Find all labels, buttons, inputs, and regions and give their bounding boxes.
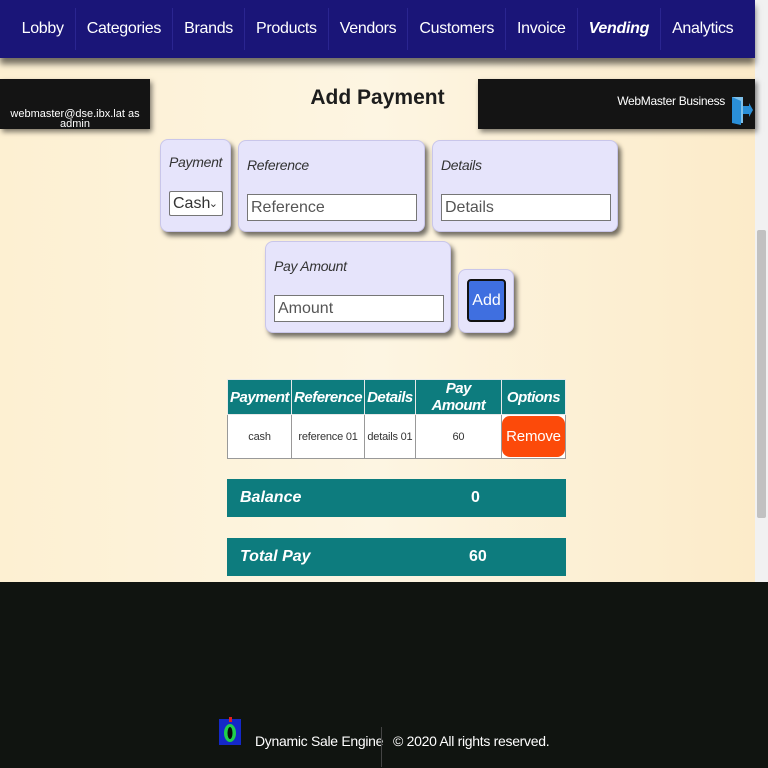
logout-icon[interactable] (731, 95, 753, 125)
balance-label: Balance (240, 489, 302, 506)
cell-options: Remove (501, 414, 566, 459)
col-pay-amount: Pay Amount (414, 379, 503, 415)
table-header-row: Payment Reference Details Pay Amount Opt… (226, 379, 566, 415)
balance-value: 0 (471, 489, 480, 506)
chevron-down-icon: ⌄ (208, 198, 218, 210)
cell-amount: 60 (414, 414, 503, 459)
nav-lobby[interactable]: Lobby (11, 8, 76, 50)
nav-vendors[interactable]: Vendors (329, 8, 409, 50)
page-title: Add Payment (310, 86, 445, 109)
payment-select-value: Cash (173, 195, 211, 212)
add-button[interactable]: Add (467, 279, 506, 322)
amount-label: Pay Amount (274, 258, 347, 274)
payments-table: Payment Reference Details Pay Amount Opt… (226, 379, 566, 459)
reference-input[interactable] (247, 194, 417, 221)
user-info: webmaster@dse.ibx.lat as admin (0, 79, 150, 130)
nav-vending[interactable]: Vending (578, 8, 662, 50)
table-row: cash reference 01 details 01 60 Remove (226, 414, 566, 459)
app-logo-icon (219, 717, 241, 745)
user-label: webmaster@dse.ibx.lat as admin (10, 108, 140, 130)
remove-button[interactable]: Remove (502, 416, 565, 457)
footer: Dynamic Sale Engine © 2020 All rights re… (0, 582, 768, 768)
nav-invoice[interactable]: Invoice (506, 8, 578, 50)
nav-customers[interactable]: Customers (408, 8, 507, 50)
cell-details: details 01 (364, 414, 416, 459)
footer-copyright: © 2020 All rights reserved. (393, 733, 550, 749)
col-reference: Reference (291, 379, 366, 415)
col-details: Details (364, 379, 416, 415)
top-navigation: Lobby Categories Brands Products Vendors… (0, 0, 755, 58)
details-input[interactable] (441, 194, 611, 221)
amount-card: Pay Amount (265, 241, 451, 333)
payment-card: Payment Cash ⌄ (160, 139, 231, 232)
add-card: Add (458, 269, 514, 333)
col-payment: Payment (226, 379, 293, 415)
cell-payment: cash (226, 414, 293, 459)
nav-analytics[interactable]: Analytics (661, 8, 744, 50)
total-pay-bar: Total Pay 60 (227, 538, 566, 576)
details-label: Details (441, 157, 482, 173)
payment-select[interactable]: Cash ⌄ (169, 191, 223, 216)
col-options: Options (501, 379, 566, 415)
nav-categories[interactable]: Categories (76, 8, 174, 50)
scrollbar-thumb[interactable] (757, 230, 766, 518)
details-card: Details (432, 140, 618, 232)
total-pay-value: 60 (469, 548, 487, 565)
balance-bar: Balance 0 (227, 479, 566, 517)
business-info: WebMaster Business (478, 79, 755, 129)
cell-reference: reference 01 (291, 414, 366, 459)
footer-divider (381, 727, 382, 767)
nav-products[interactable]: Products (245, 8, 329, 50)
footer-app-name: Dynamic Sale Engine (255, 733, 384, 749)
reference-label: Reference (247, 157, 309, 173)
nav-brands[interactable]: Brands (173, 8, 245, 50)
reference-card: Reference (238, 140, 425, 232)
total-pay-label: Total Pay (240, 548, 311, 565)
business-name: WebMaster Business (617, 94, 725, 108)
amount-input[interactable] (274, 295, 444, 322)
payment-label: Payment (169, 154, 223, 170)
